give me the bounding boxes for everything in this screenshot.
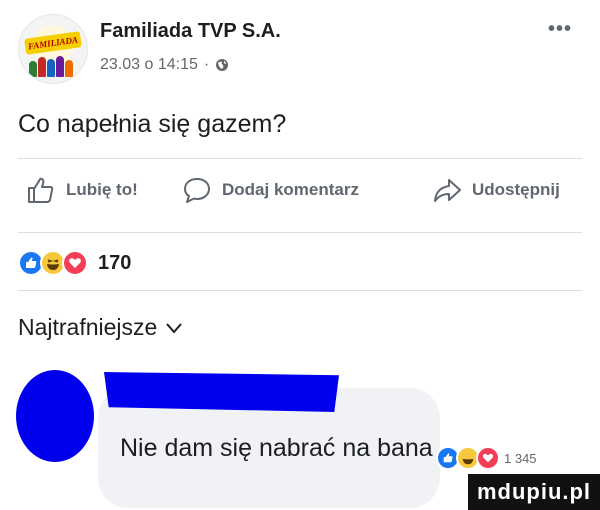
share-icon [434,179,461,202]
commenter-avatar[interactable] [16,370,94,462]
more-options-icon[interactable]: ••• [548,18,572,41]
comment-reactions[interactable]: 1 345 [436,446,537,470]
share-button[interactable]: Udostępnij [432,170,560,210]
post-reactions[interactable]: 170 [18,248,131,278]
comment-icon [184,178,210,203]
post-text: Co napełnia się gazem? [18,110,287,138]
post-timestamp[interactable]: 23.03 o 14:15 [100,56,198,74]
action-bar: Lubię to! Dodaj komentarz Udostępnij [18,170,582,210]
familiada-logo: FAMILIADA [24,31,82,55]
meta-separator: · [203,56,210,73]
page-name-link[interactable]: Familiada TVP S.A. [100,20,281,43]
avatar-figures [29,55,79,77]
love-icon [476,446,500,470]
love-icon [62,250,88,276]
divider [18,158,582,159]
divider [18,232,582,233]
comment-button[interactable]: Dodaj komentarz [182,170,359,210]
sort-label: Najtrafniejsze [18,314,158,340]
comment-sort-dropdown[interactable]: Najtrafniejsze [18,314,183,341]
post-meta: 23.03 o 14:15 · [100,56,229,74]
chevron-down-icon [166,322,183,334]
reaction-count: 170 [98,251,132,274]
share-label: Udostępnij [472,180,560,199]
redacted-author-name [104,372,339,412]
post-header: FAMILIADA Familiada TVP S.A. 23.03 o 14:… [18,14,582,84]
divider [18,290,582,291]
thumbs-up-icon [28,177,54,203]
globe-icon [215,58,229,72]
like-button[interactable]: Lubię to! [26,170,138,210]
comment-label: Dodaj komentarz [222,180,359,199]
watermark-logo: mdupiu.pl [468,474,600,510]
like-label: Lubię to! [66,180,138,199]
page-avatar[interactable]: FAMILIADA [18,14,88,84]
comment-text: Nie dam się nabrać na bana [120,434,433,462]
comment-reaction-count: 1 345 [504,450,537,466]
